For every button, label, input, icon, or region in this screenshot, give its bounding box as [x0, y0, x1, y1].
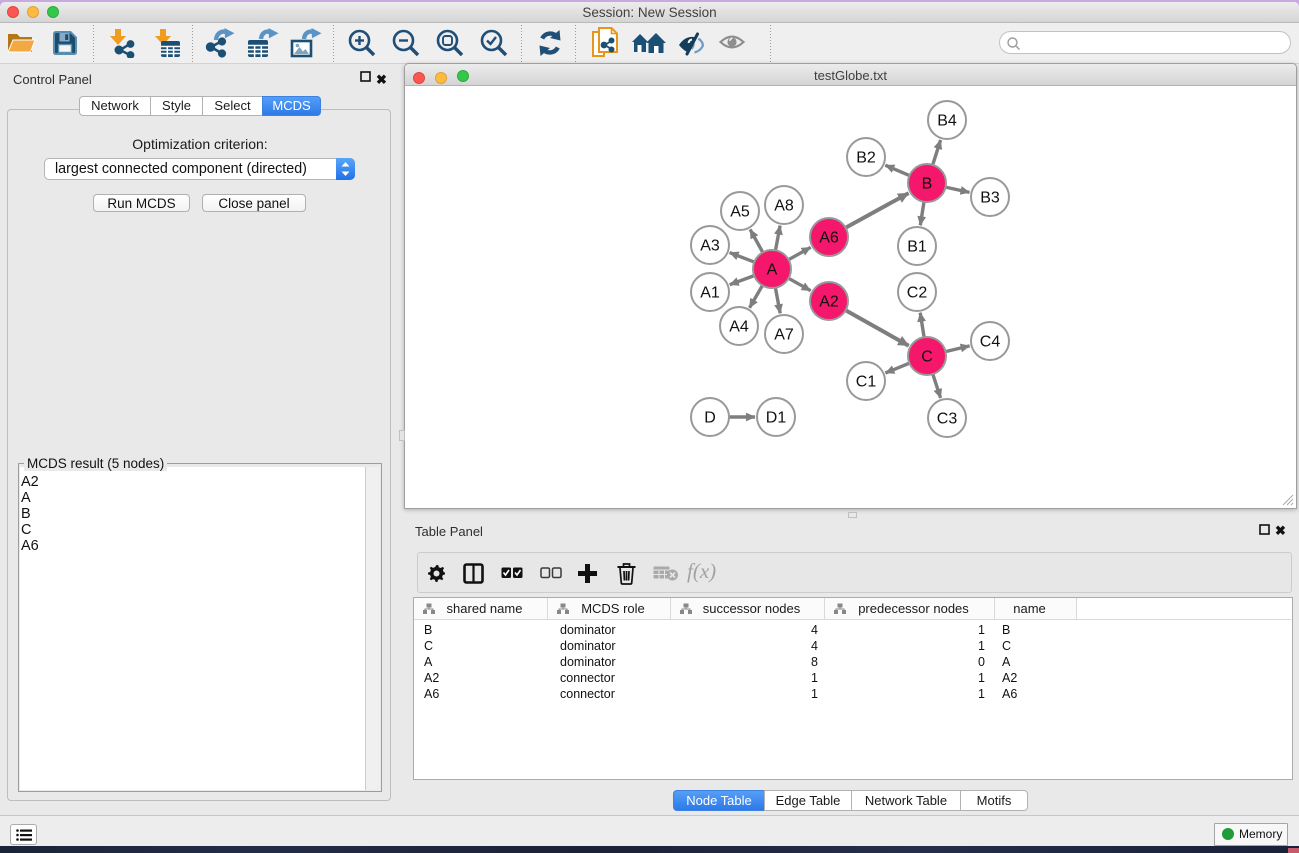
svg-text:B: B — [922, 176, 933, 193]
svg-text:C1: C1 — [856, 374, 877, 391]
svg-text:A2: A2 — [819, 294, 839, 311]
svg-text:A7: A7 — [774, 327, 794, 344]
svg-text:B2: B2 — [856, 150, 876, 167]
svg-text:A8: A8 — [774, 198, 794, 215]
svg-text:B4: B4 — [937, 113, 957, 130]
svg-text:A6: A6 — [819, 230, 839, 247]
svg-text:A1: A1 — [700, 285, 720, 302]
svg-text:D: D — [704, 410, 716, 427]
svg-text:A3: A3 — [700, 238, 720, 255]
svg-text:C: C — [921, 349, 933, 366]
svg-text:C2: C2 — [907, 285, 928, 302]
svg-text:A5: A5 — [730, 204, 750, 221]
svg-text:B3: B3 — [980, 190, 1000, 207]
svg-text:C4: C4 — [980, 334, 1001, 351]
svg-text:A: A — [767, 262, 778, 279]
svg-text:A4: A4 — [729, 319, 749, 336]
svg-text:B1: B1 — [907, 239, 927, 256]
svg-text:D1: D1 — [766, 410, 787, 427]
svg-text:C3: C3 — [937, 411, 958, 428]
